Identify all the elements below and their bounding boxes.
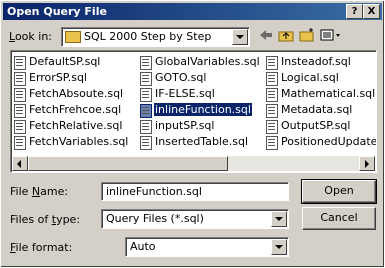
- sql-file-icon: [140, 56, 152, 70]
- look-in-value: SQL 2000 Step by Step: [84, 30, 212, 43]
- file-name-input[interactable]: inlineFunction.sql: [101, 182, 289, 201]
- file-format-label: File format:: [10, 241, 73, 254]
- sql-file-icon: [266, 88, 278, 102]
- sql-file-icon: [14, 136, 26, 150]
- sql-file-icon: [266, 104, 278, 118]
- file-type-label: Files of type:: [10, 213, 81, 226]
- sql-file-icon: [14, 56, 26, 70]
- open-button[interactable]: Open: [301, 179, 377, 204]
- sql-file-icon: [140, 72, 152, 86]
- view-menu-icon[interactable]: [319, 27, 343, 43]
- title-bar[interactable]: Open Query File ? X: [3, 3, 382, 20]
- file-type-dropdown[interactable]: Query Files (*.sql): [101, 209, 289, 229]
- open-query-file-dialog: Open Query File ? X Look in: SQL 2000 St…: [0, 0, 385, 268]
- file-format-value: Auto: [130, 240, 156, 253]
- help-button[interactable]: ?: [346, 4, 363, 19]
- sql-file-icon: [14, 72, 26, 86]
- sql-file-icon: [266, 120, 278, 134]
- file-name-value: inlineFunction.sql: [106, 185, 202, 198]
- back-arrow-icon[interactable]: [257, 27, 275, 43]
- look-in-label: Look in:: [9, 30, 52, 43]
- sql-file-icon: [266, 136, 278, 150]
- file-name-label: File Name:: [10, 185, 69, 198]
- dialog-title: Open Query File: [7, 5, 107, 18]
- sql-file-icon: [140, 120, 152, 134]
- horizontal-scrollbar[interactable]: [12, 156, 375, 171]
- close-button[interactable]: X: [363, 4, 380, 19]
- sql-file-icon: [140, 104, 152, 118]
- scroll-thumb[interactable]: [28, 156, 228, 171]
- file-type-value: Query Files (*.sql): [106, 212, 204, 225]
- up-folder-icon[interactable]: [277, 27, 295, 43]
- chevron-down-icon[interactable]: [271, 211, 287, 227]
- sql-file-icon: [140, 136, 152, 150]
- sql-file-icon: [14, 88, 26, 102]
- sql-file-icon: [266, 56, 278, 70]
- chevron-down-icon[interactable]: [271, 239, 287, 255]
- scroll-right-icon[interactable]: [359, 156, 375, 171]
- new-folder-icon[interactable]: [298, 27, 316, 43]
- look-in-dropdown[interactable]: SQL 2000 Step by Step: [61, 27, 250, 47]
- sql-file-icon: [140, 88, 152, 102]
- scroll-left-icon[interactable]: [12, 156, 28, 171]
- sql-file-icon: [266, 72, 278, 86]
- sql-file-icon: [14, 120, 26, 134]
- cancel-button[interactable]: Cancel: [302, 207, 376, 230]
- file-list[interactable]: DefaultSP.sql ErrorSP.sql FetchAbsoute.s…: [10, 50, 377, 173]
- chevron-down-icon[interactable]: [232, 29, 248, 45]
- file-format-dropdown[interactable]: Auto: [125, 237, 289, 257]
- folder-icon: [65, 31, 81, 43]
- sql-file-icon: [14, 104, 26, 118]
